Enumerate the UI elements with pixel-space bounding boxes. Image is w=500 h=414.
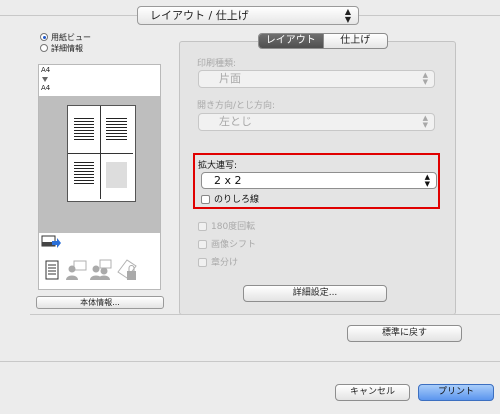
radio-paper-view-label: 用紙ビュー [51,33,91,42]
radio-detail-info[interactable]: 詳細情報 [40,43,150,55]
divider [0,361,500,362]
radio-detail-info-label: 詳細情報 [51,44,83,53]
page-text-icon [74,162,94,186]
page-text-icon [74,118,94,142]
checkbox-icon [198,258,207,267]
arrow-down-icon [42,77,48,82]
radio-unselected-icon [40,44,48,52]
settings-panel-popup[interactable]: レイアウト / 仕上げ ▲ ▼ [137,6,359,25]
printer-status-icon [41,233,61,254]
binding-label: 開き方向/とじ方向: [197,101,276,111]
divider [0,15,137,16]
divider [30,314,500,315]
margin-line-label: のりしろ線 [214,195,260,205]
image-shift-label: 画像シフト [211,240,257,250]
users-icon [90,259,112,284]
checkbox-icon [198,222,207,231]
rotate-180-label: 180度回転 [211,222,256,232]
binding-select[interactable]: 左とじ ▲ ▼ [198,113,435,131]
chapter-label: 章分け [211,258,239,268]
popup-arrows-icon: ▲ ▼ [422,114,428,129]
page-text-icon [106,118,127,142]
output-document-icon [45,260,59,283]
print-type-value: 片面 [219,72,241,85]
checkbox-icon [198,240,207,249]
layout-preview: A4 A4 [38,64,161,290]
image-shift-checkbox[interactable]: 画像シフト [198,239,256,251]
print-button[interactable]: プリント [418,384,494,401]
multi-page-value: 2 x 2 [214,174,242,187]
chapter-checkbox[interactable]: 章分け [198,257,238,269]
user-box-icon [65,259,87,284]
paper-size-output: A4 [41,84,51,92]
popup-arrows-icon: ▲ ▼ [424,173,430,188]
rotate-180-checkbox[interactable]: 180度回転 [198,221,255,233]
split-line-horizontal [68,153,133,154]
cancel-button[interactable]: キャンセル [335,384,410,401]
page-image-icon [106,162,127,188]
multi-page-label: 拡大連写: [198,161,238,171]
radio-selected-icon [40,33,48,41]
tab-layout[interactable]: レイアウト [259,34,323,48]
popup-arrows-icon: ▲ ▼ [344,7,351,24]
binding-value: 左とじ [219,115,252,128]
checkbox-icon [201,195,210,204]
preview-sheet [67,105,136,202]
paper-size-original: A4 [41,66,51,74]
detail-settings-button[interactable]: 詳細設定... [243,285,387,302]
secure-print-icon [115,258,139,285]
margin-line-checkbox[interactable]: のりしろ線 [201,194,259,206]
print-type-label: 印刷種類: [197,59,237,69]
settings-panel-popup-value: レイアウト / 仕上げ [150,9,249,22]
preview-background [39,96,160,233]
tab-finishing[interactable]: 仕上げ [322,34,388,48]
popup-arrows-icon: ▲ ▼ [422,71,428,86]
printer-info-button[interactable]: 本体情報... [36,296,164,309]
print-type-select[interactable]: 片面 ▲ ▼ [198,70,435,88]
reset-defaults-button[interactable]: 標準に戻す [347,325,462,342]
multi-page-select[interactable]: 2 x 2 ▲ ▼ [201,172,437,189]
tab-bar: レイアウト 仕上げ [258,33,388,49]
divider [359,15,500,16]
